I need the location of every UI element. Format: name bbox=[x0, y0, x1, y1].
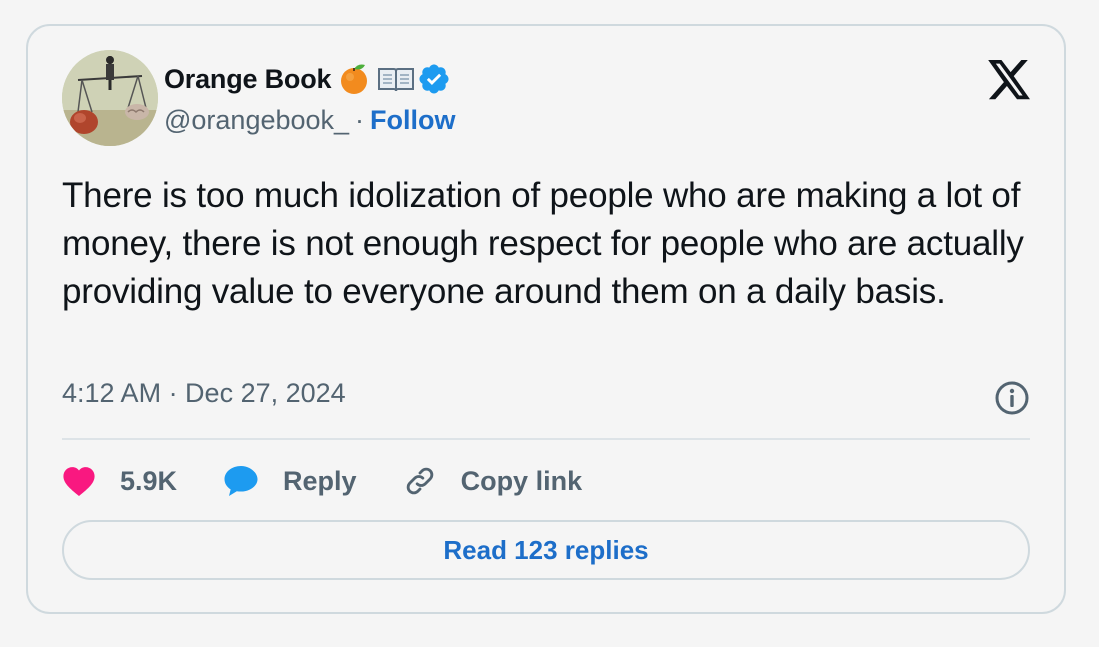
copy-link-button[interactable]: Copy link bbox=[403, 464, 583, 498]
read-replies-button[interactable]: Read 123 replies bbox=[62, 520, 1030, 580]
reply-label: Reply bbox=[283, 465, 357, 496]
author-handle-row: @orangebook_ · Follow bbox=[164, 102, 456, 138]
reply-button[interactable]: Reply bbox=[223, 464, 357, 498]
copy-link-label: Copy link bbox=[460, 465, 583, 496]
separator-dot: · bbox=[355, 104, 365, 135]
tweet-timestamp[interactable]: 4:12 AM · Dec 27, 2024 bbox=[62, 378, 346, 409]
avatar-image bbox=[62, 50, 158, 146]
author-name[interactable]: Orange Book bbox=[164, 64, 332, 95]
link-icon bbox=[406, 467, 433, 495]
action-bar: 5.9K Reply Copy link bbox=[62, 460, 628, 502]
heart-icon bbox=[63, 467, 95, 497]
author-handle[interactable]: @orangebook_ bbox=[164, 105, 349, 136]
reply-bubble-icon bbox=[224, 466, 258, 496]
divider bbox=[62, 438, 1030, 440]
verified-badge-icon bbox=[417, 62, 451, 96]
tweet-card: Orange Book @orangebook_ · Follow There … bbox=[26, 24, 1066, 614]
orange-emoji bbox=[337, 62, 371, 96]
like-button[interactable]: 5.9K bbox=[62, 465, 177, 497]
info-icon[interactable] bbox=[994, 380, 1030, 416]
follow-button[interactable]: Follow bbox=[370, 105, 455, 136]
like-count: 5.9K bbox=[120, 465, 178, 496]
x-logo-icon[interactable] bbox=[988, 60, 1032, 100]
author-name-row: Orange Book bbox=[164, 60, 451, 98]
tweet-text: There is too much idolization of people … bbox=[62, 176, 1024, 311]
avatar[interactable] bbox=[62, 50, 158, 146]
open-book-emoji bbox=[377, 62, 415, 96]
